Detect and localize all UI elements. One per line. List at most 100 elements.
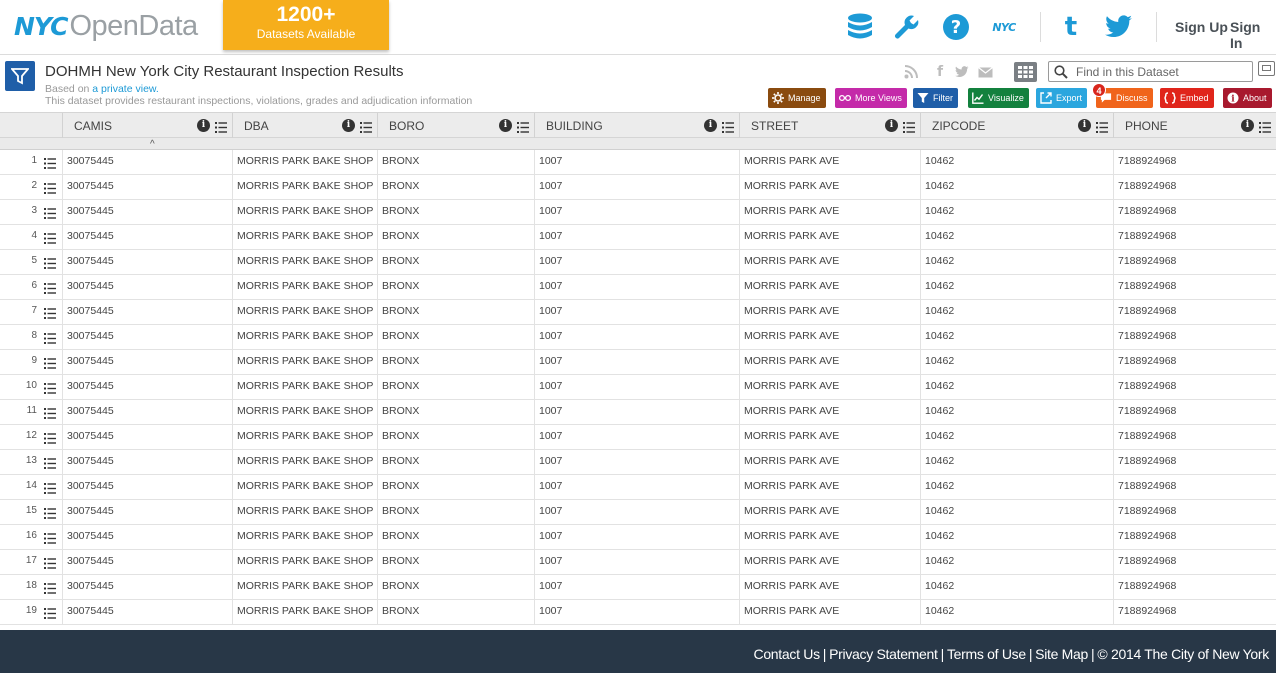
column-menu-icon[interactable] [1096,120,1108,133]
help-icon[interactable]: ? [941,11,971,43]
cell-camis[interactable]: 30075445 [62,525,232,550]
table-row[interactable]: 1 30075445 MORRIS PARK BAKE SHOP BRONX 1007 M… [0,150,1276,175]
privacy-statement-link[interactable]: Privacy Statement [829,646,938,662]
table-row[interactable]: 19 30075445 MORRIS PARK BAKE SHOP BRONX 1007… [0,600,1276,625]
twitter-icon[interactable] [1104,11,1134,43]
cell-street[interactable]: MORRIS PARK AVE [739,450,920,475]
table-row[interactable]: 4 30075445 MORRIS PARK BAKE SHOP BRONX 1007 M… [0,225,1276,250]
cell-boro[interactable]: BRONX [377,475,534,500]
row-menu-icon[interactable] [44,331,57,344]
cell-building[interactable]: 1007 [534,350,739,375]
column-info-icon[interactable]: i [197,119,210,132]
cell-dba[interactable]: MORRIS PARK BAKE SHOP [232,200,377,225]
cell-boro[interactable]: BRONX [377,425,534,450]
cell-dba[interactable]: MORRIS PARK BAKE SHOP [232,375,377,400]
cell-zipcode[interactable]: 10462 [920,375,1113,400]
cell-zipcode[interactable]: 10462 [920,550,1113,575]
cell-street[interactable]: MORRIS PARK AVE [739,400,920,425]
row-menu-icon[interactable] [44,406,57,419]
cell-camis[interactable]: 30075445 [62,425,232,450]
row-menu-icon[interactable] [44,231,57,244]
cell-phone[interactable]: 7188924968 [1113,450,1276,475]
cell-building[interactable]: 1007 [534,575,739,600]
cell-phone[interactable]: 7188924968 [1113,600,1276,625]
table-row[interactable]: 3 30075445 MORRIS PARK BAKE SHOP BRONX 1007 M… [0,200,1276,225]
column-menu-icon[interactable] [215,120,227,133]
datasets-available-badge[interactable]: 1200+ Datasets Available [223,0,389,50]
cell-camis[interactable]: 30075445 [62,175,232,200]
cell-dba[interactable]: MORRIS PARK BAKE SHOP [232,525,377,550]
row-menu-icon[interactable] [44,456,57,469]
column-header-camis[interactable]: CAMIS i [62,113,232,138]
cell-dba[interactable]: MORRIS PARK BAKE SHOP [232,600,377,625]
row-menu-icon[interactable] [44,206,57,219]
row-menu-icon[interactable] [44,556,57,569]
cell-zipcode[interactable]: 10462 [920,400,1113,425]
cell-boro[interactable]: BRONX [377,525,534,550]
cell-building[interactable]: 1007 [534,475,739,500]
cell-phone[interactable]: 7188924968 [1113,500,1276,525]
terms-of-use-link[interactable]: Terms of Use [947,646,1026,662]
row-menu-icon[interactable] [44,181,57,194]
cell-camis[interactable]: 30075445 [62,275,232,300]
cell-building[interactable]: 1007 [534,375,739,400]
cell-phone[interactable]: 7188924968 [1113,275,1276,300]
cell-building[interactable]: 1007 [534,425,739,450]
cell-camis[interactable]: 30075445 [62,350,232,375]
cell-boro[interactable]: BRONX [377,350,534,375]
table-row[interactable]: 2 30075445 MORRIS PARK BAKE SHOP BRONX 1007 M… [0,175,1276,200]
cell-boro[interactable]: BRONX [377,200,534,225]
rss-icon[interactable] [903,65,919,79]
email-icon[interactable] [977,65,993,79]
cell-zipcode[interactable]: 10462 [920,275,1113,300]
column-header-street[interactable]: STREET i [739,113,920,138]
cell-dba[interactable]: MORRIS PARK BAKE SHOP [232,350,377,375]
cell-street[interactable]: MORRIS PARK AVE [739,250,920,275]
cell-dba[interactable]: MORRIS PARK BAKE SHOP [232,250,377,275]
row-menu-icon[interactable] [44,431,57,444]
cell-phone[interactable]: 7188924968 [1113,350,1276,375]
row-menu-icon[interactable] [44,606,57,619]
cell-zipcode[interactable]: 10462 [920,150,1113,175]
sign-in-link[interactable]: Sign In [1230,19,1276,51]
column-menu-icon[interactable] [360,120,372,133]
column-info-icon[interactable]: i [1078,119,1091,132]
cell-zipcode[interactable]: 10462 [920,475,1113,500]
filter-button[interactable]: Filter [913,88,958,108]
column-info-icon[interactable]: i [1241,119,1254,132]
row-menu-icon[interactable] [44,531,57,544]
cell-dba[interactable]: MORRIS PARK BAKE SHOP [232,325,377,350]
contact-us-link[interactable]: Contact Us [754,646,821,662]
cell-camis[interactable]: 30075445 [62,375,232,400]
cell-boro[interactable]: BRONX [377,550,534,575]
toggle-panel-button[interactable] [1258,61,1275,76]
table-row[interactable]: 16 30075445 MORRIS PARK BAKE SHOP BRONX 1007… [0,525,1276,550]
cell-zipcode[interactable]: 10462 [920,525,1113,550]
cell-dba[interactable]: MORRIS PARK BAKE SHOP [232,150,377,175]
cell-zipcode[interactable]: 10462 [920,350,1113,375]
cell-building[interactable]: 1007 [534,325,739,350]
column-header-boro[interactable]: BORO i [377,113,534,138]
cell-camis[interactable]: 30075445 [62,500,232,525]
cell-dba[interactable]: MORRIS PARK BAKE SHOP [232,175,377,200]
wrench-icon[interactable] [892,11,922,43]
cell-street[interactable]: MORRIS PARK AVE [739,225,920,250]
cell-street[interactable]: MORRIS PARK AVE [739,525,920,550]
row-menu-icon[interactable] [44,581,57,594]
table-row[interactable]: 10 30075445 MORRIS PARK BAKE SHOP BRONX 1007… [0,375,1276,400]
row-menu-icon[interactable] [44,356,57,369]
cell-street[interactable]: MORRIS PARK AVE [739,425,920,450]
cell-camis[interactable]: 30075445 [62,150,232,175]
cell-boro[interactable]: BRONX [377,325,534,350]
cell-camis[interactable]: 30075445 [62,225,232,250]
row-menu-icon[interactable] [44,156,57,169]
cell-boro[interactable]: BRONX [377,300,534,325]
cell-boro[interactable]: BRONX [377,450,534,475]
embed-button[interactable]: Embed [1160,88,1214,108]
cell-zipcode[interactable]: 10462 [920,225,1113,250]
private-view-link[interactable]: a private view. [92,83,159,95]
cell-building[interactable]: 1007 [534,525,739,550]
cell-phone[interactable]: 7188924968 [1113,400,1276,425]
twitter-share-icon[interactable] [954,65,970,79]
row-menu-icon[interactable] [44,281,57,294]
